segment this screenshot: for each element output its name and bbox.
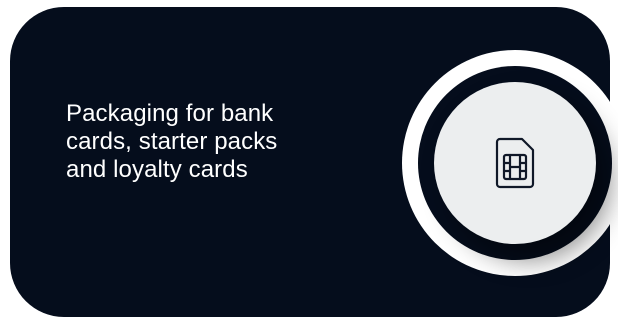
sim-card-icon	[495, 137, 535, 189]
icon-badge	[434, 82, 596, 244]
info-tile: Packaging for bank cards, starter packs …	[0, 0, 618, 323]
card-description: Packaging for bank cards, starter packs …	[66, 100, 278, 183]
